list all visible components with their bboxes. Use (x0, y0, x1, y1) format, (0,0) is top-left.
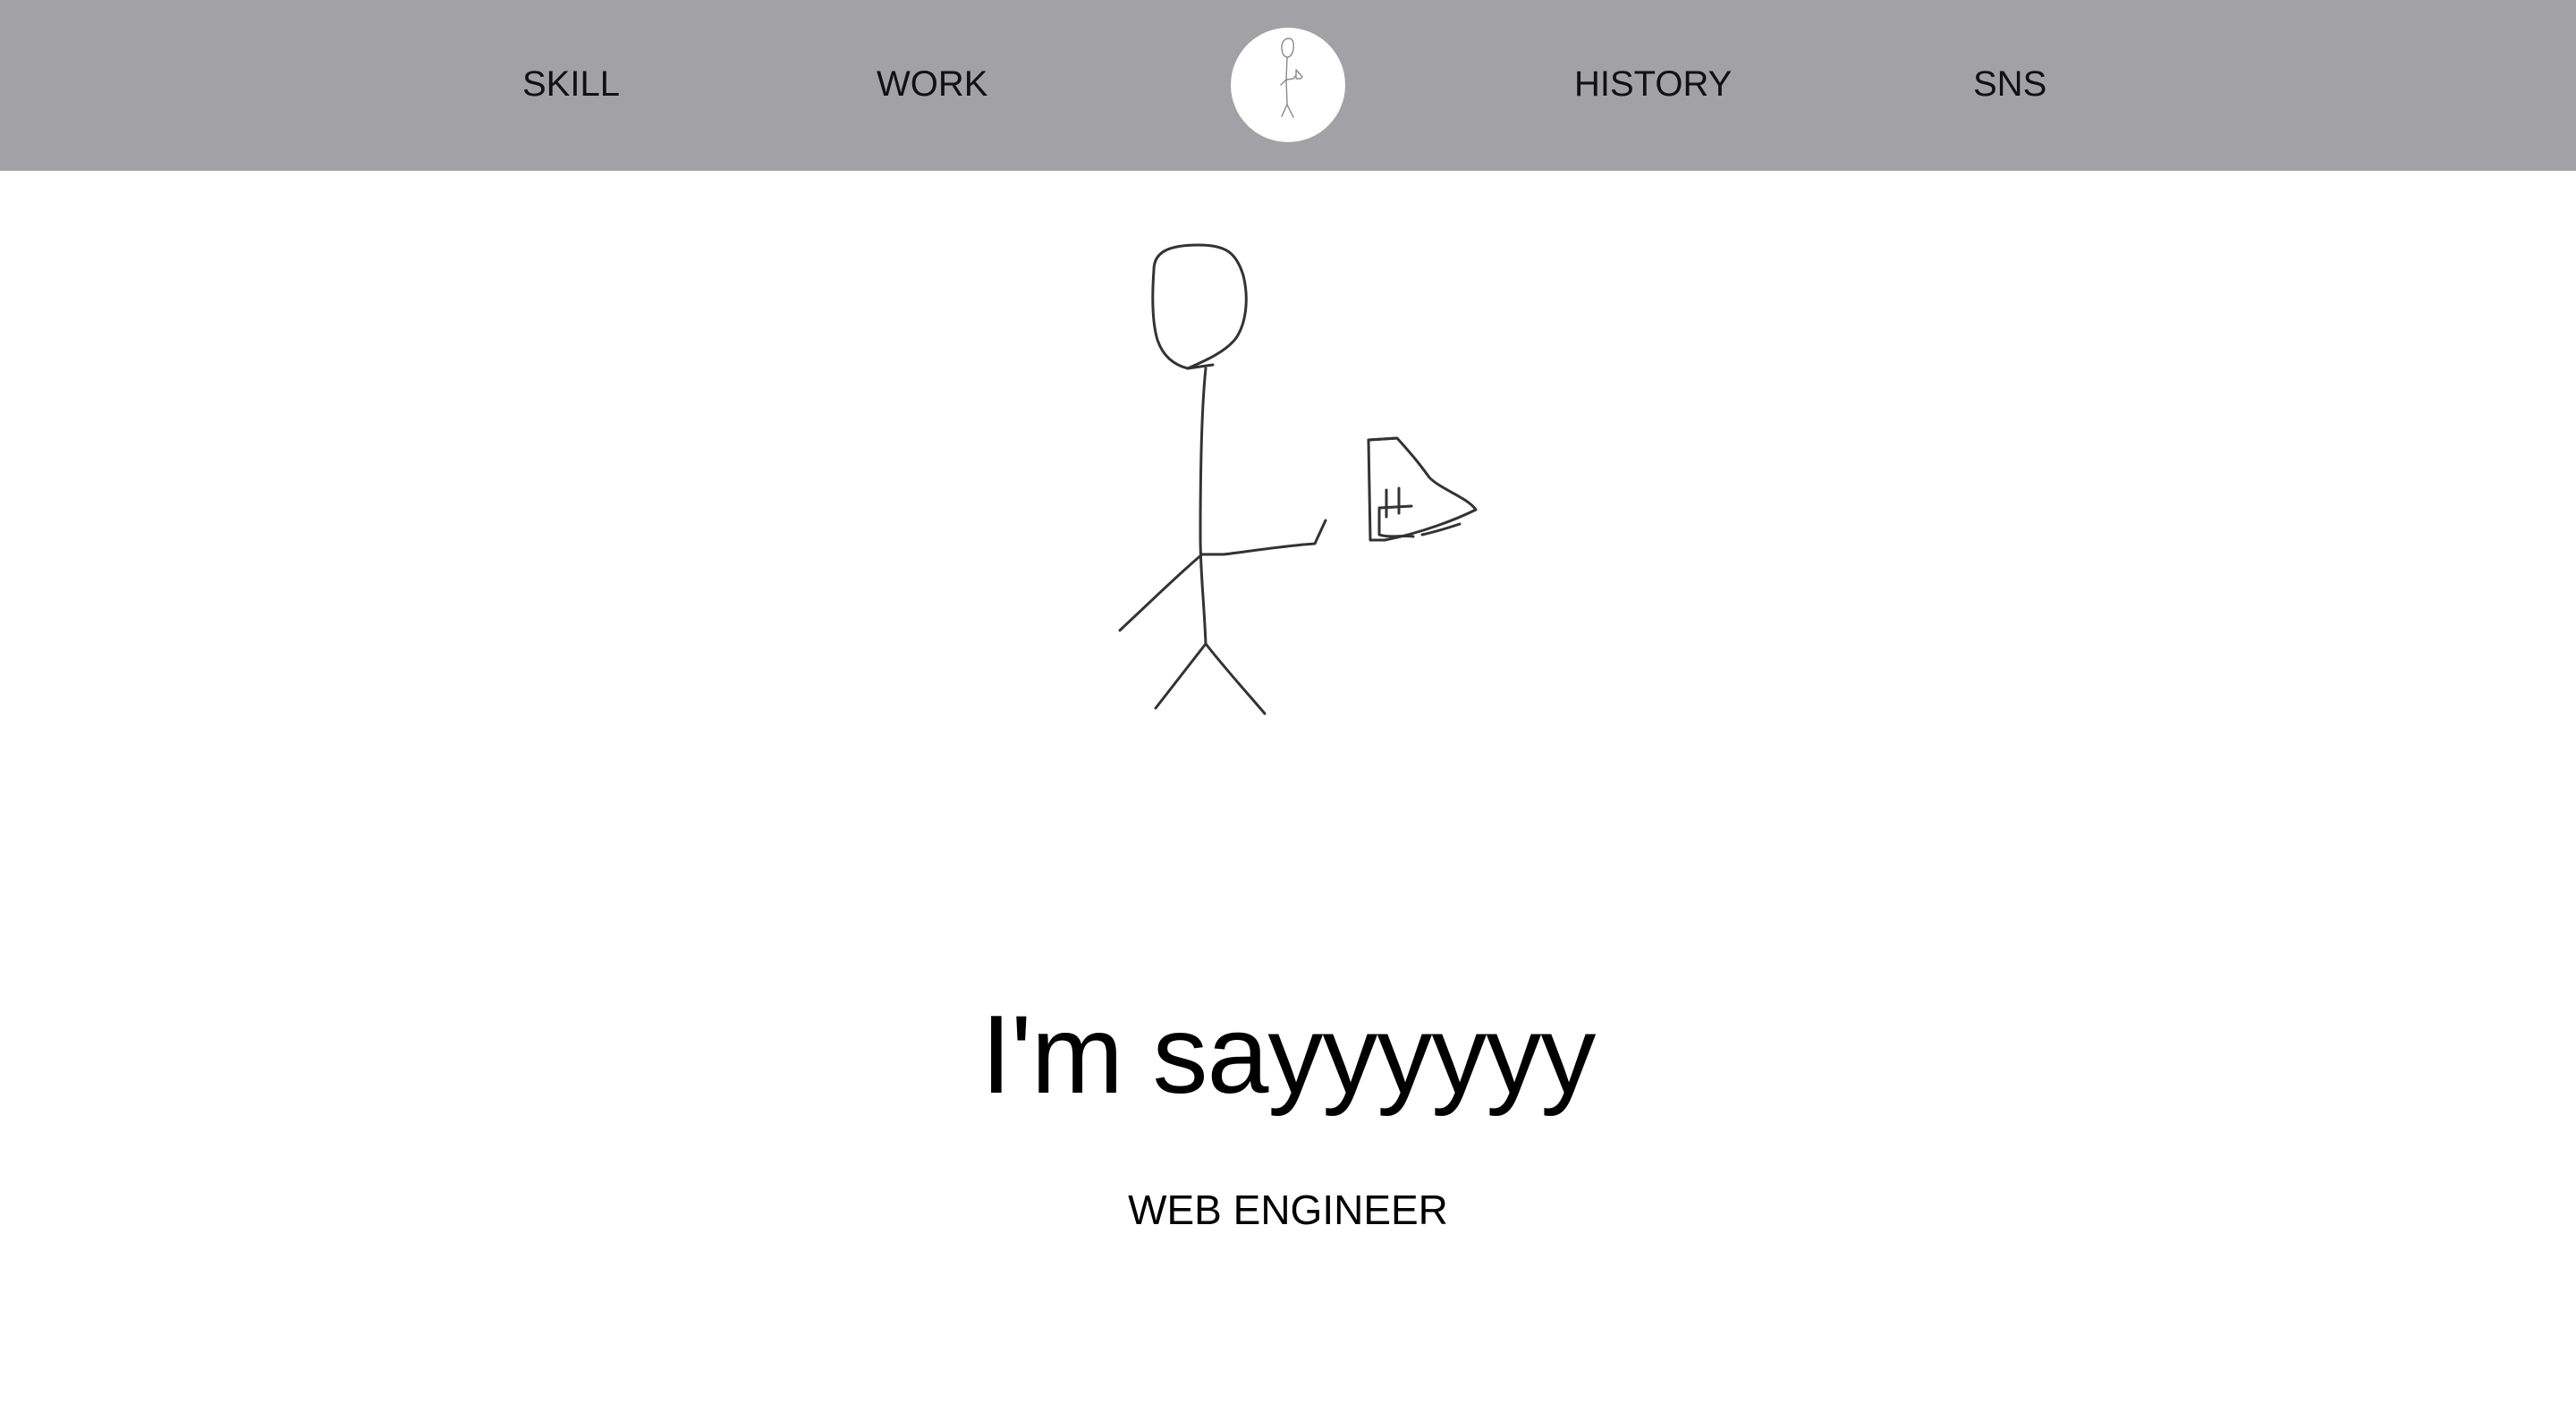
hero-title: I'm sayyyyyy (980, 993, 1597, 1117)
site-header: SKILL WORK HISTORY SNS (0, 0, 2576, 171)
home-logo-button[interactable] (1231, 28, 1345, 142)
nav-sns-link[interactable]: SNS (1973, 63, 2046, 106)
stick-figure-logo-icon (1280, 38, 1303, 118)
hero-subtitle: WEB ENGINEER (1128, 1187, 1448, 1233)
nav-work-link[interactable]: WORK (877, 63, 987, 106)
nav-history-link[interactable]: HISTORY (1574, 63, 1732, 106)
nav-skill-link[interactable]: SKILL (522, 63, 620, 106)
stick-figure-holding-sign-icon (1118, 243, 1478, 715)
